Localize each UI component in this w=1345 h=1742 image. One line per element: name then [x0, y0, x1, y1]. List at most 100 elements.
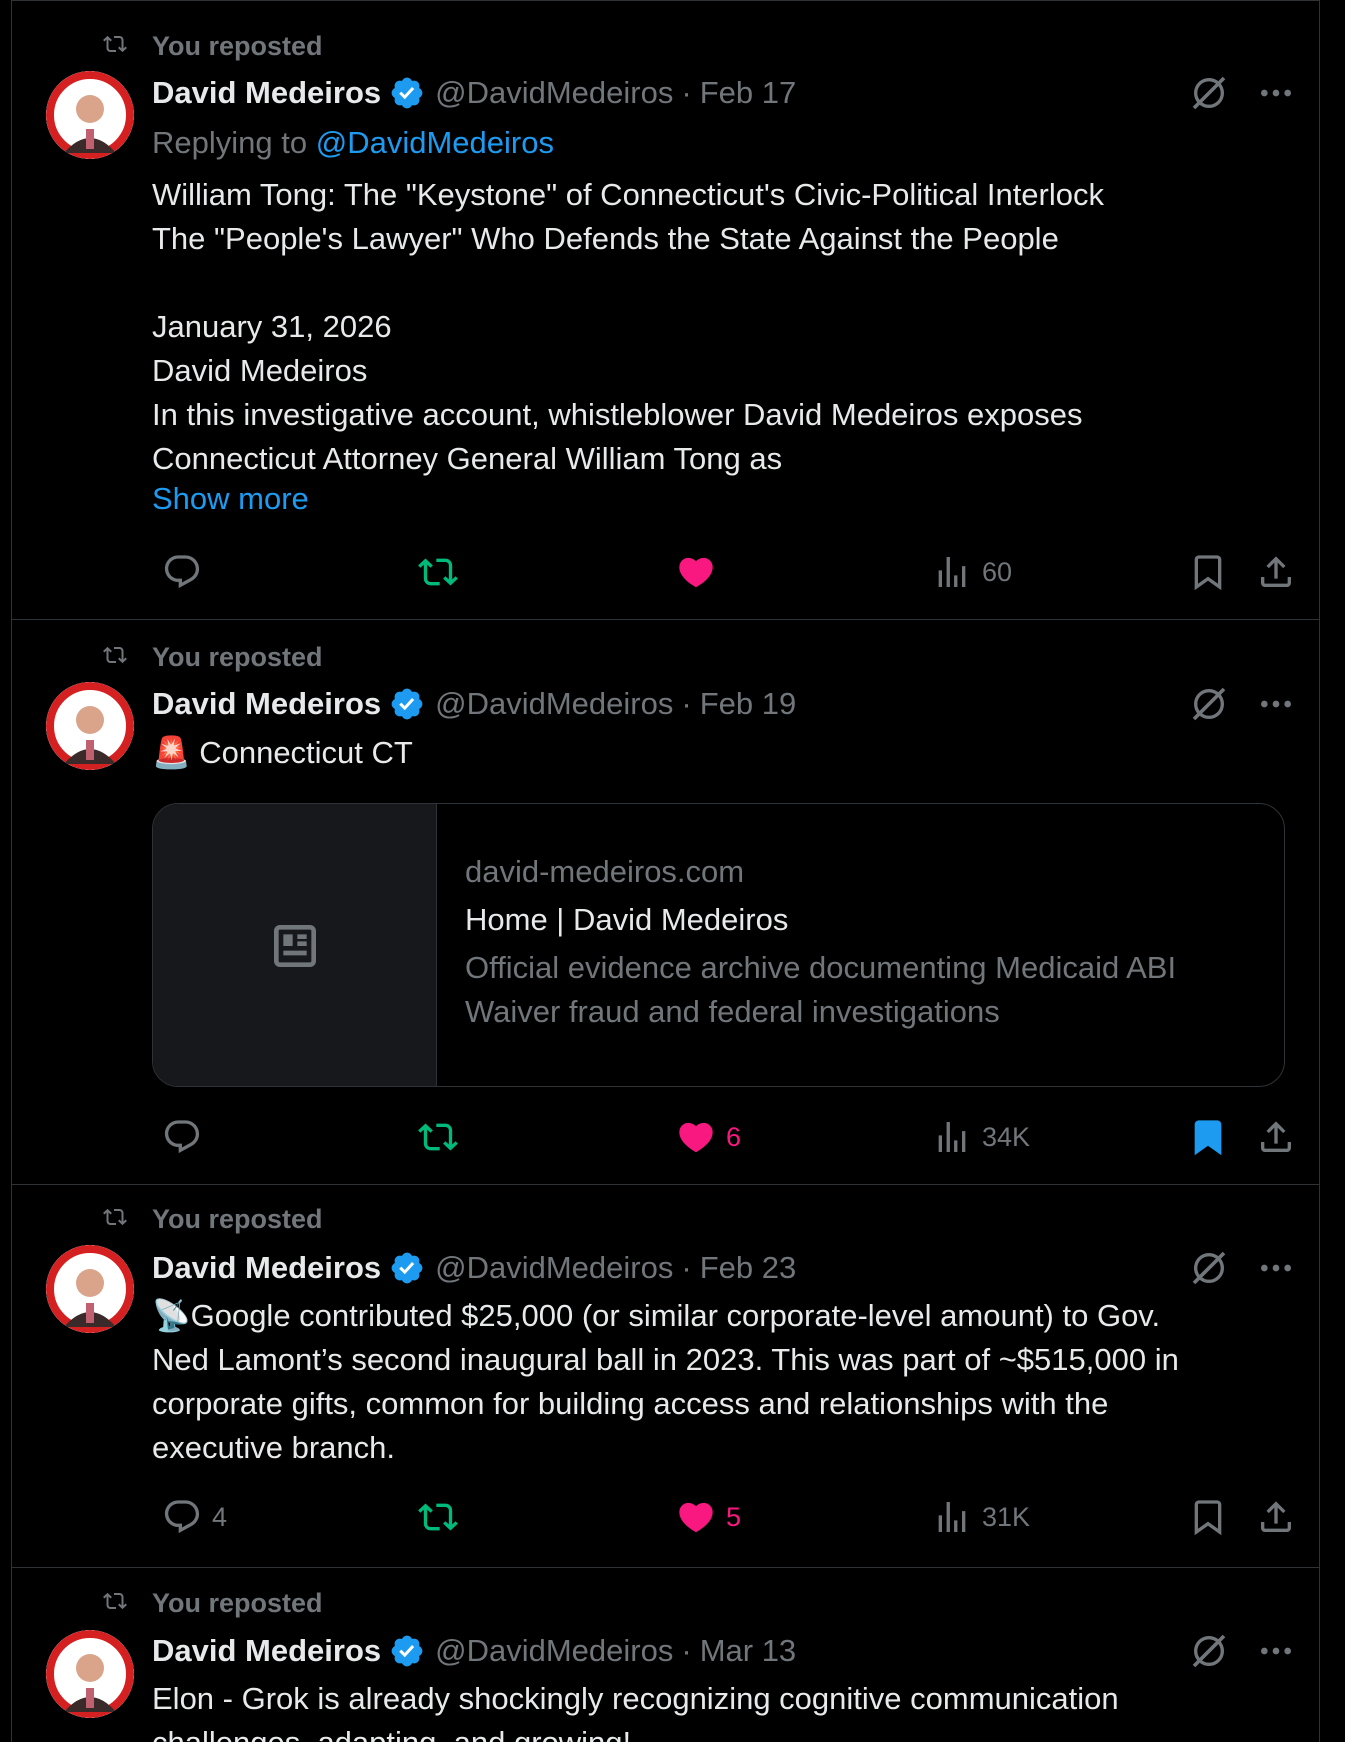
more-icon[interactable] [1256, 684, 1296, 724]
repost-icon [103, 35, 127, 53]
article-icon [274, 925, 316, 967]
reply-icon [164, 1500, 200, 1534]
share-button[interactable] [1256, 1112, 1296, 1162]
repost-button[interactable] [418, 547, 458, 597]
replying-to: Replying to @DavidMedeiros [152, 125, 554, 161]
author-handle[interactable]: @DavidMedeiros [435, 1250, 673, 1286]
bookmark-button[interactable] [1188, 1492, 1228, 1542]
separator: · [681, 1633, 692, 1668]
text-line: executive branch. [152, 1430, 395, 1465]
views-button[interactable]: 34K [932, 1112, 1030, 1162]
action-bar: 6 34K [12, 1112, 1319, 1162]
avatar[interactable] [46, 1245, 134, 1333]
views-button[interactable]: 31K [932, 1492, 1030, 1542]
card-title: Home | David Medeiros [465, 902, 789, 937]
grok-icon[interactable] [1189, 684, 1229, 724]
post-date[interactable]: Mar 13 [700, 1633, 796, 1669]
views-icon [938, 557, 966, 587]
separator: · [681, 686, 692, 721]
view-count: 34K [982, 1121, 1031, 1152]
reply-count: 4 [212, 1501, 228, 1532]
avatar[interactable] [46, 71, 134, 159]
repost-label: You reposted [152, 642, 323, 672]
repost-icon [103, 1592, 127, 1610]
text-line: corporate gifts, common for building acc… [152, 1386, 1109, 1421]
share-button[interactable] [1256, 547, 1296, 597]
post[interactable]: You reposted David Medeiros @DavidMedeir… [12, 1569, 1319, 1742]
post[interactable]: You reposted David Medeiros @DavidMedeir… [12, 621, 1319, 1185]
like-count: 6 [726, 1121, 742, 1152]
reply-button[interactable] [162, 547, 212, 597]
post[interactable]: You reposted David Medeiros @DavidMedeir… [12, 1, 1319, 620]
like-button[interactable]: 5 [676, 1492, 741, 1542]
text-line: Ned Lamont’s second inaugural ball in 20… [152, 1342, 1179, 1377]
avatar[interactable] [46, 682, 134, 770]
avatar[interactable] [46, 1630, 134, 1718]
like-button[interactable] [676, 547, 726, 597]
bookmark-icon [1194, 1500, 1222, 1536]
more-icon[interactable] [1256, 1248, 1296, 1288]
post-header: David Medeiros @DavidMedeiros · Feb 23 [152, 1248, 796, 1288]
repost-button[interactable] [418, 1112, 458, 1162]
text-line: David Medeiros [152, 353, 368, 388]
heart-icon [679, 557, 713, 588]
repost-icon [418, 558, 458, 586]
author-handle[interactable]: @DavidMedeiros [435, 75, 673, 111]
action-bar: 4 5 31K [12, 1492, 1319, 1542]
views-button[interactable]: 60 [932, 547, 1012, 597]
text-line: William Tong: The "Keystone" of Connecti… [152, 177, 1104, 212]
verified-badge-icon [391, 77, 423, 109]
text-line: The "People's Lawyer" Who Defends the St… [152, 221, 1059, 256]
text-line: 🚨 Connecticut CT [152, 735, 413, 770]
views-icon [938, 1122, 966, 1152]
text-line: challenges, adapting, and growing! [152, 1721, 1302, 1742]
repost-button[interactable] [418, 1492, 458, 1542]
post-date[interactable]: Feb 23 [700, 1250, 797, 1286]
post[interactable]: You reposted David Medeiros @DavidMedeir… [12, 1186, 1319, 1568]
post-date[interactable]: Feb 17 [700, 75, 797, 111]
share-icon [1261, 1121, 1291, 1152]
repost-icon [103, 646, 127, 664]
action-bar: 60 [12, 547, 1319, 597]
like-count: 5 [726, 1501, 742, 1532]
bookmark-icon [1194, 555, 1222, 591]
author-handle[interactable]: @DavidMedeiros [435, 686, 673, 722]
views-icon [938, 1502, 966, 1532]
heart-icon [679, 1502, 713, 1533]
separator: · [681, 1250, 692, 1285]
show-more-link[interactable]: Show more [152, 481, 309, 517]
author-name[interactable]: David Medeiros [152, 1633, 381, 1669]
repost-icon [418, 1503, 458, 1531]
author-name[interactable]: David Medeiros [152, 1250, 381, 1286]
grok-icon[interactable] [1189, 73, 1229, 113]
reply-button[interactable]: 4 [162, 1492, 227, 1542]
share-button[interactable] [1256, 1492, 1296, 1542]
more-icon[interactable] [1256, 73, 1296, 113]
author-handle[interactable]: @DavidMedeiros [435, 1633, 673, 1669]
reply-button[interactable] [162, 1112, 212, 1162]
grok-icon[interactable] [1189, 1631, 1229, 1671]
post-text: Elon - Grok is already shockingly recogn… [152, 1677, 1302, 1742]
repost-label: You reposted [152, 1588, 323, 1618]
view-count: 31K [982, 1501, 1031, 1532]
reply-icon [164, 1120, 200, 1154]
link-card[interactable]: david-medeiros.com Home | David Medeiros… [152, 803, 1285, 1087]
verified-badge-icon [391, 1252, 423, 1284]
separator: · [681, 75, 692, 110]
heart-icon [679, 1122, 713, 1153]
author-name[interactable]: David Medeiros [152, 75, 381, 111]
repost-label: You reposted [152, 1204, 323, 1234]
card-thumbnail [153, 804, 437, 1086]
share-icon [1261, 556, 1291, 587]
bookmark-button[interactable] [1188, 1112, 1228, 1162]
verified-badge-icon [391, 688, 423, 720]
post-header: David Medeiros @DavidMedeiros · Mar 13 [152, 1631, 796, 1671]
grok-icon[interactable] [1189, 1248, 1229, 1288]
post-date[interactable]: Feb 19 [700, 686, 797, 722]
text-line: Elon - Grok is already shockingly recogn… [152, 1681, 1119, 1716]
bookmark-button[interactable] [1188, 547, 1228, 597]
more-icon[interactable] [1256, 1631, 1296, 1671]
replying-handle[interactable]: @DavidMedeiros [316, 125, 554, 160]
like-button[interactable]: 6 [676, 1112, 741, 1162]
author-name[interactable]: David Medeiros [152, 686, 381, 722]
